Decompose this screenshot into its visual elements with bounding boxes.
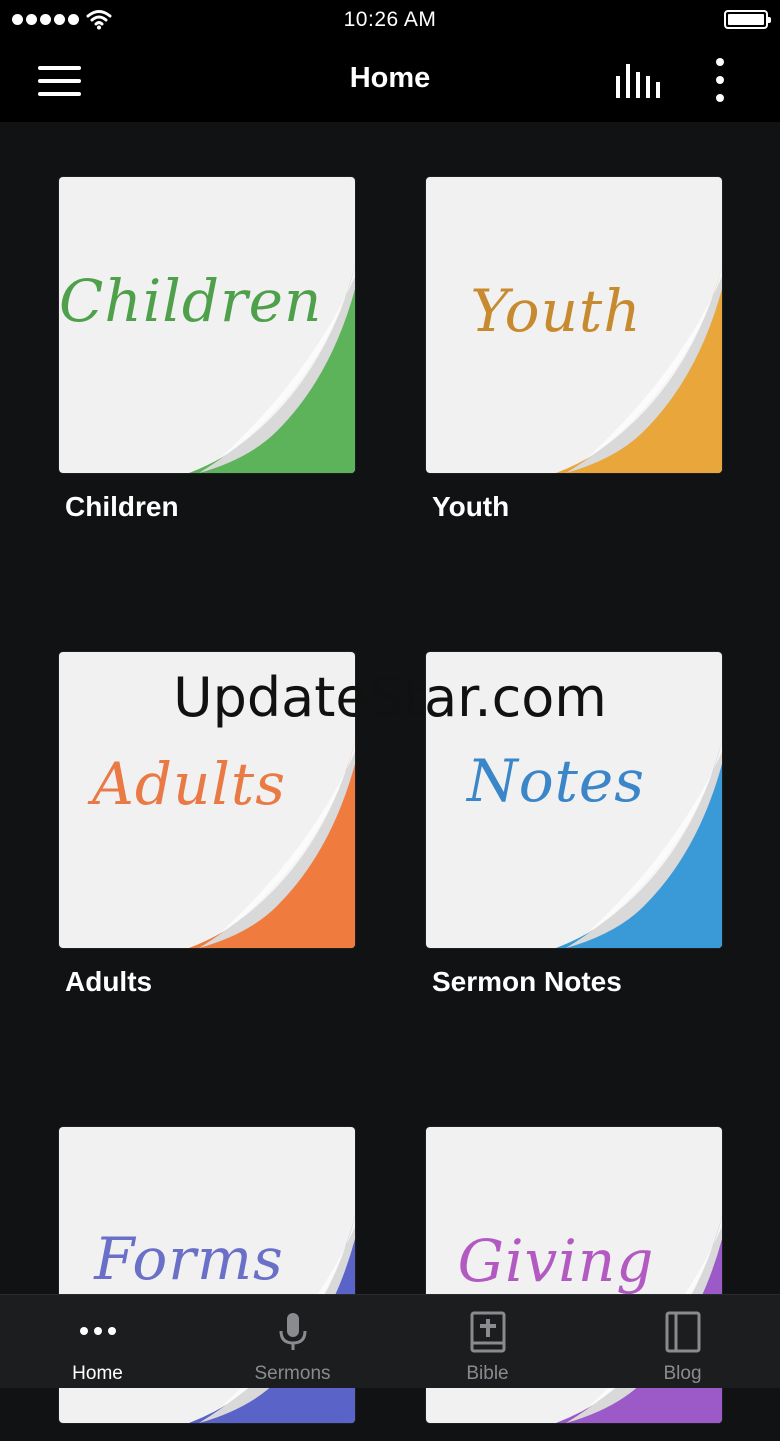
page-title: Home bbox=[349, 62, 431, 94]
tab-sermons[interactable]: Sermons bbox=[195, 1295, 390, 1388]
tile-script-text: Notes bbox=[466, 747, 646, 815]
tile-caption: Children bbox=[65, 491, 179, 522]
battery-icon bbox=[724, 10, 771, 29]
bible-icon bbox=[470, 1311, 505, 1353]
tab-label: Home bbox=[72, 1363, 123, 1384]
tile-script-text: Giving bbox=[457, 1227, 655, 1295]
top-navigation-bar: Home bbox=[0, 40, 780, 122]
book-icon bbox=[665, 1311, 700, 1353]
tab-home[interactable]: Home bbox=[0, 1295, 195, 1388]
tab-bible[interactable]: Bible bbox=[390, 1295, 585, 1388]
tile-children[interactable]: Children Children bbox=[59, 177, 355, 523]
more-horizontal-icon bbox=[79, 1327, 116, 1335]
tile-giving[interactable]: Giving bbox=[426, 1127, 722, 1441]
tile-script-text: Youth bbox=[470, 277, 642, 345]
tile-script-text: Adults bbox=[92, 750, 286, 818]
tab-label: Blog bbox=[663, 1363, 702, 1384]
audio-bars-icon[interactable] bbox=[612, 62, 662, 100]
tile-script-text: Forms bbox=[94, 1225, 284, 1293]
tile-card: Youth bbox=[426, 177, 722, 473]
tile-script-text: Children bbox=[59, 267, 323, 335]
tile-caption: Youth bbox=[432, 491, 510, 522]
tile-forms[interactable]: Forms bbox=[59, 1127, 355, 1441]
bottom-tab-bar: Home Sermons Bible Blog bbox=[0, 1294, 780, 1388]
tile-caption: Sermon Notes bbox=[432, 966, 622, 997]
tab-blog[interactable]: Blog bbox=[585, 1295, 780, 1388]
more-vertical-icon[interactable] bbox=[710, 58, 730, 102]
tile-caption: Adults bbox=[65, 966, 153, 997]
microphone-icon bbox=[279, 1313, 306, 1350]
tab-label: Sermons bbox=[254, 1363, 331, 1384]
tile-card: Children bbox=[59, 177, 355, 473]
watermark: UpdateStar.com bbox=[173, 666, 607, 729]
status-time: 10:26 AM bbox=[343, 8, 437, 31]
tile-youth[interactable]: Youth Youth bbox=[426, 177, 722, 523]
tab-label: Bible bbox=[466, 1363, 509, 1384]
status-bar: 10:26 AM bbox=[0, 0, 780, 40]
